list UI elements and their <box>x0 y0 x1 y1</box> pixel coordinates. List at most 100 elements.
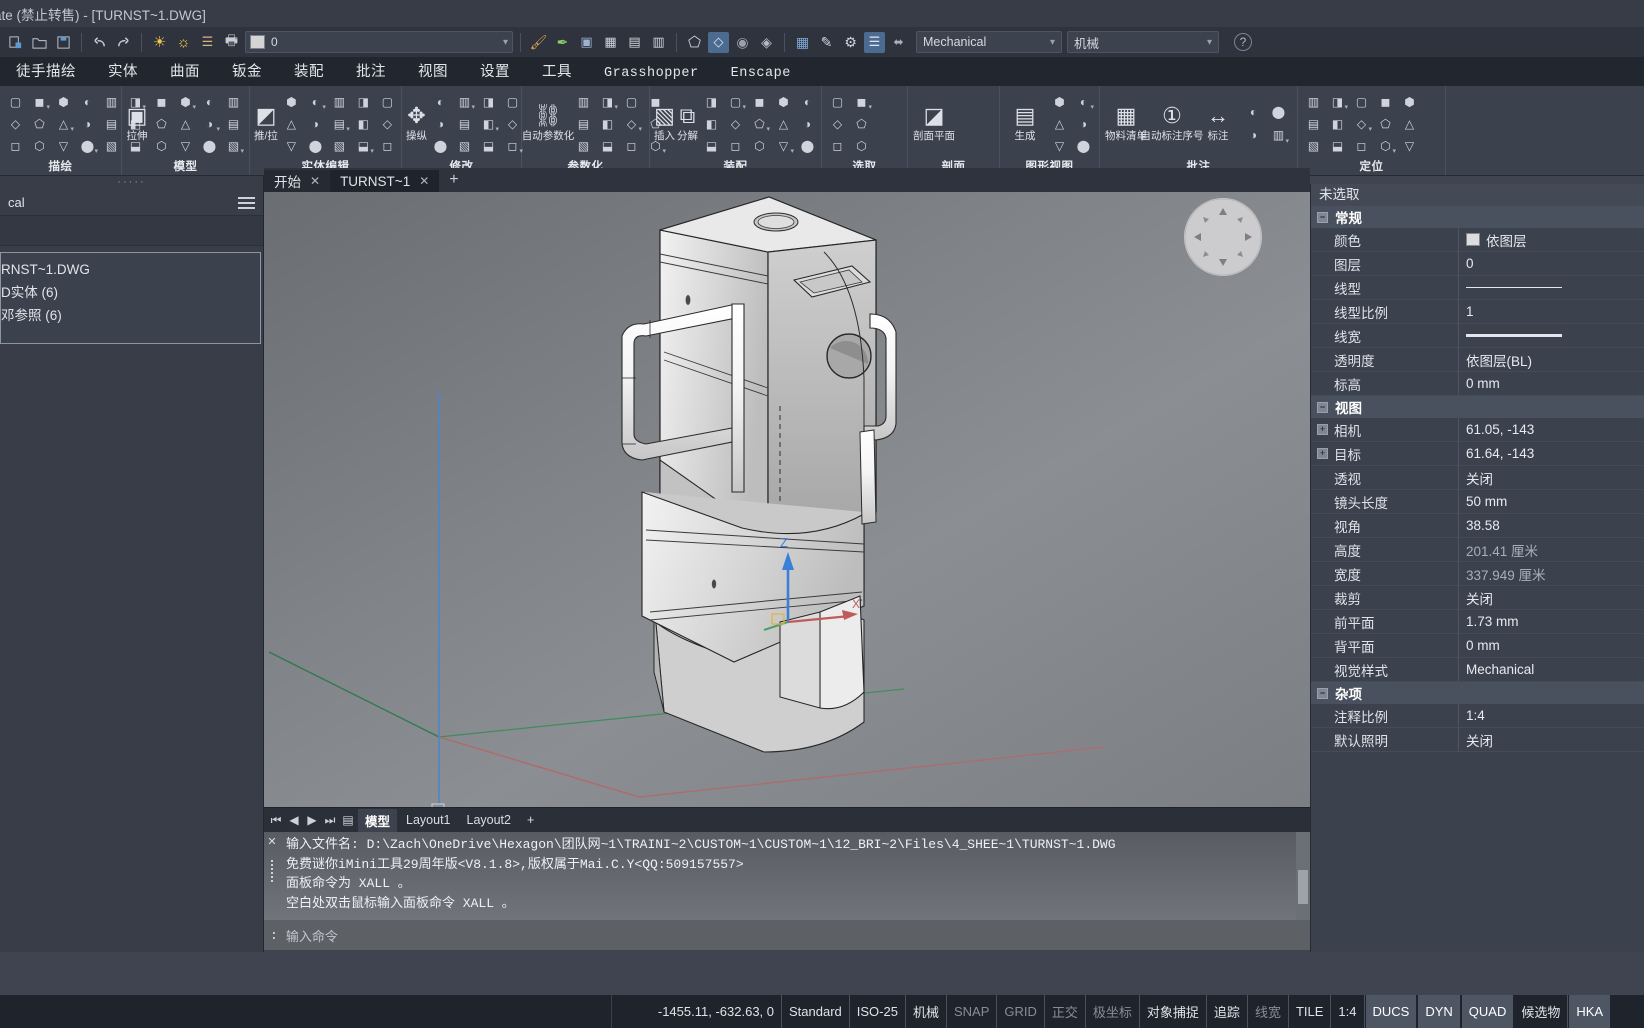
chevron-down-icon[interactable]: ▾ <box>322 103 326 111</box>
new-document-tab-button[interactable]: + <box>439 170 468 192</box>
ribbon-big-button-8-0[interactable]: ▤ 生成 <box>1004 104 1046 143</box>
chevron-down-icon[interactable]: ▾ <box>471 103 475 111</box>
ribbon-small-button-8-1[interactable]: △ <box>1048 113 1071 134</box>
ribbon-small-button-2-11[interactable]: ⬓ ▾ <box>352 135 375 156</box>
new-file-icon[interactable] <box>5 32 26 53</box>
property-row-1-0[interactable]: + 相机 61.05, -143 <box>1311 418 1644 442</box>
ribbon-small-button-1-10[interactable]: ▤ <box>222 113 245 134</box>
property-value-cell[interactable]: 0 mm <box>1459 638 1644 653</box>
property-row-0-1[interactable]: 图层 0 <box>1311 252 1644 276</box>
panel-icon[interactable]: ▦ <box>792 32 813 53</box>
ribbon-small-button-5-14[interactable]: ⬤ <box>796 135 819 156</box>
status-item-7[interactable]: 对象捕捉 <box>1140 995 1207 1028</box>
ribbon-small-button-0-12[interactable]: ▥ <box>100 91 123 112</box>
ribbon-small-button-3-5[interactable]: ▧ <box>453 135 476 156</box>
ribbon-big-button-5-0[interactable]: ▧ 插入 <box>654 104 675 143</box>
property-row-1-7[interactable]: 裁剪 关闭 <box>1311 586 1644 610</box>
palette-toolbar[interactable] <box>0 216 263 246</box>
property-row-1-4[interactable]: 视角 38.58 <box>1311 514 1644 538</box>
ribbon-small-button-2-12[interactable]: ▢ <box>376 91 399 112</box>
ribbon-tab-5[interactable]: 批注 <box>340 57 402 86</box>
ribbon-small-button-4-4[interactable]: ◧ <box>596 113 619 134</box>
document-tab-0[interactable]: 开始 ✕ <box>264 170 331 192</box>
hamburger-icon[interactable] <box>238 196 255 209</box>
ribbon-big-button-4-0[interactable]: ⛓ 自动参数化 <box>522 104 575 143</box>
chevron-down-icon[interactable]: ▾ <box>216 125 220 133</box>
status-item-12[interactable]: DUCS <box>1365 995 1417 1028</box>
ribbon-small-button-1-1[interactable]: ⬠ <box>150 113 173 134</box>
status-item-9[interactable]: 线宽 <box>1248 995 1289 1028</box>
ribbon-small-button-0-3[interactable]: ◼ ▾ <box>28 91 51 112</box>
property-row-1-1[interactable]: + 目标 61.64, -143 <box>1311 442 1644 466</box>
property-value-cell[interactable]: 依图层(BL) <box>1459 350 1644 370</box>
drawing-viewport[interactable]: Z X <box>264 192 1310 807</box>
ribbon-small-button-3-10[interactable]: ◇ <box>501 113 524 134</box>
property-row-0-4[interactable]: 线宽 <box>1311 324 1644 348</box>
ribbon-small-button-0-5[interactable]: ⬡ <box>28 135 51 156</box>
chevron-down-icon[interactable]: ▾ <box>790 147 794 155</box>
chevron-down-icon[interactable]: ▾ <box>638 125 642 133</box>
ribbon-tab-8[interactable]: 工具 <box>526 57 588 86</box>
property-row-2-0[interactable]: 注释比例 1:4 <box>1311 704 1644 728</box>
chevron-down-icon[interactable]: ▾ <box>240 147 244 155</box>
ribbon-small-button-2-2[interactable]: ▽ <box>280 135 303 156</box>
ribbon-small-button-0-9[interactable]: ◐ <box>76 91 99 112</box>
ribbon-small-button-6-2[interactable]: ◻ <box>826 135 849 156</box>
ribbon-small-button-3-3[interactable]: ▥ ▾ <box>453 91 476 112</box>
document-tab-1[interactable]: TURNST~1 ✕ <box>330 170 440 192</box>
ribbon-small-button-0-4[interactable]: ⬠ <box>28 113 51 134</box>
ribbon-small-button-10-13[interactable]: △ <box>1398 113 1421 134</box>
ribbon-small-button-0-7[interactable]: △ ▾ <box>52 113 75 134</box>
expand-icon[interactable]: + <box>1317 424 1328 435</box>
ribbon-small-button-9-2[interactable]: ⬤ <box>1267 102 1290 123</box>
property-value-cell[interactable]: 38.58 <box>1459 518 1644 533</box>
ribbon-small-button-1-6[interactable]: ◐ <box>198 91 221 112</box>
layer-selector[interactable]: 0 ▾ <box>245 31 513 53</box>
ribbon-small-button-3-4[interactable]: ▤ <box>453 113 476 134</box>
property-value-cell[interactable]: 0 mm <box>1459 376 1644 391</box>
ribbon-small-button-2-13[interactable]: ◇ <box>376 113 399 134</box>
undo-icon[interactable] <box>89 32 110 53</box>
ribbon-small-button-5-5[interactable]: ◻ <box>724 135 747 156</box>
status-item-1[interactable]: ISO-25 <box>850 995 906 1028</box>
ribbon-small-button-10-10[interactable]: ⬠ <box>1374 113 1397 134</box>
property-value-cell[interactable]: 关闭 <box>1459 588 1644 608</box>
ribbon-small-button-1-11[interactable]: ▧ ▾ <box>222 135 245 156</box>
expand-icon[interactable]: + <box>1317 448 1328 459</box>
property-value-cell[interactable]: 1.73 mm <box>1459 614 1644 629</box>
hide-objects-icon[interactable]: ▤ <box>624 32 645 53</box>
layout-nav-button-2[interactable]: ▶ <box>304 813 320 827</box>
ribbon-tab-6[interactable]: 视图 <box>402 57 464 86</box>
ribbon-small-button-10-11[interactable]: ⬡ ▾ <box>1374 135 1397 156</box>
property-value-cell[interactable]: 61.64, -143 <box>1459 446 1644 461</box>
ribbon-small-button-10-4[interactable]: ◧ <box>1326 113 1349 134</box>
select-similar-icon[interactable]: ▣ <box>576 32 597 53</box>
chevron-down-icon[interactable]: ▾ <box>370 147 374 155</box>
collapse-icon[interactable]: − <box>1317 401 1328 413</box>
ribbon-small-button-6-4[interactable]: ⬠ <box>850 113 873 134</box>
ribbon-small-button-8-3[interactable]: ◐ ▾ <box>1072 91 1095 112</box>
property-row-1-5[interactable]: 高度 201.41 厘米 <box>1311 538 1644 562</box>
close-icon[interactable]: ✕ <box>419 174 429 188</box>
chevron-down-icon[interactable]: ▾ <box>503 37 508 48</box>
ribbon-small-button-10-5[interactable]: ⬓ <box>1326 135 1349 156</box>
layout-tab-0[interactable]: 模型 <box>358 808 398 832</box>
property-row-1-3[interactable]: 镜头长度 50 mm <box>1311 490 1644 514</box>
property-value-cell[interactable]: Mechanical <box>1459 662 1644 677</box>
ribbon-small-button-5-12[interactable]: ◐ <box>796 91 819 112</box>
property-value-cell[interactable]: 1:4 <box>1459 708 1644 723</box>
ribbon-small-button-3-2[interactable]: ⬤ <box>429 135 452 156</box>
ribbon-small-button-8-0[interactable]: ⬢ <box>1048 91 1071 112</box>
status-item-4[interactable]: GRID <box>997 995 1045 1028</box>
ribbon-small-button-3-0[interactable]: ◐ <box>429 91 452 112</box>
ribbon-small-button-9-1[interactable]: ◑ <box>1242 125 1265 146</box>
layout-tab-2[interactable]: Layout2 <box>460 811 518 829</box>
status-item-16[interactable]: HKA <box>1569 995 1611 1028</box>
ribbon-small-button-1-0[interactable]: ◼ <box>150 91 173 112</box>
ribbon-small-button-4-3[interactable]: ◨ ▾ <box>596 91 619 112</box>
chevron-down-icon-workspace-en[interactable]: ▾ <box>1042 37 1055 48</box>
ribbon-small-button-1-7[interactable]: ◑ ▾ <box>198 113 221 134</box>
ribbon-big-button-2-0[interactable]: ◩ 推/拉 <box>254 104 278 143</box>
ribbon-small-button-5-4[interactable]: ◇ <box>724 113 747 134</box>
ribbon-small-button-10-6[interactable]: ▢ <box>1350 91 1373 112</box>
